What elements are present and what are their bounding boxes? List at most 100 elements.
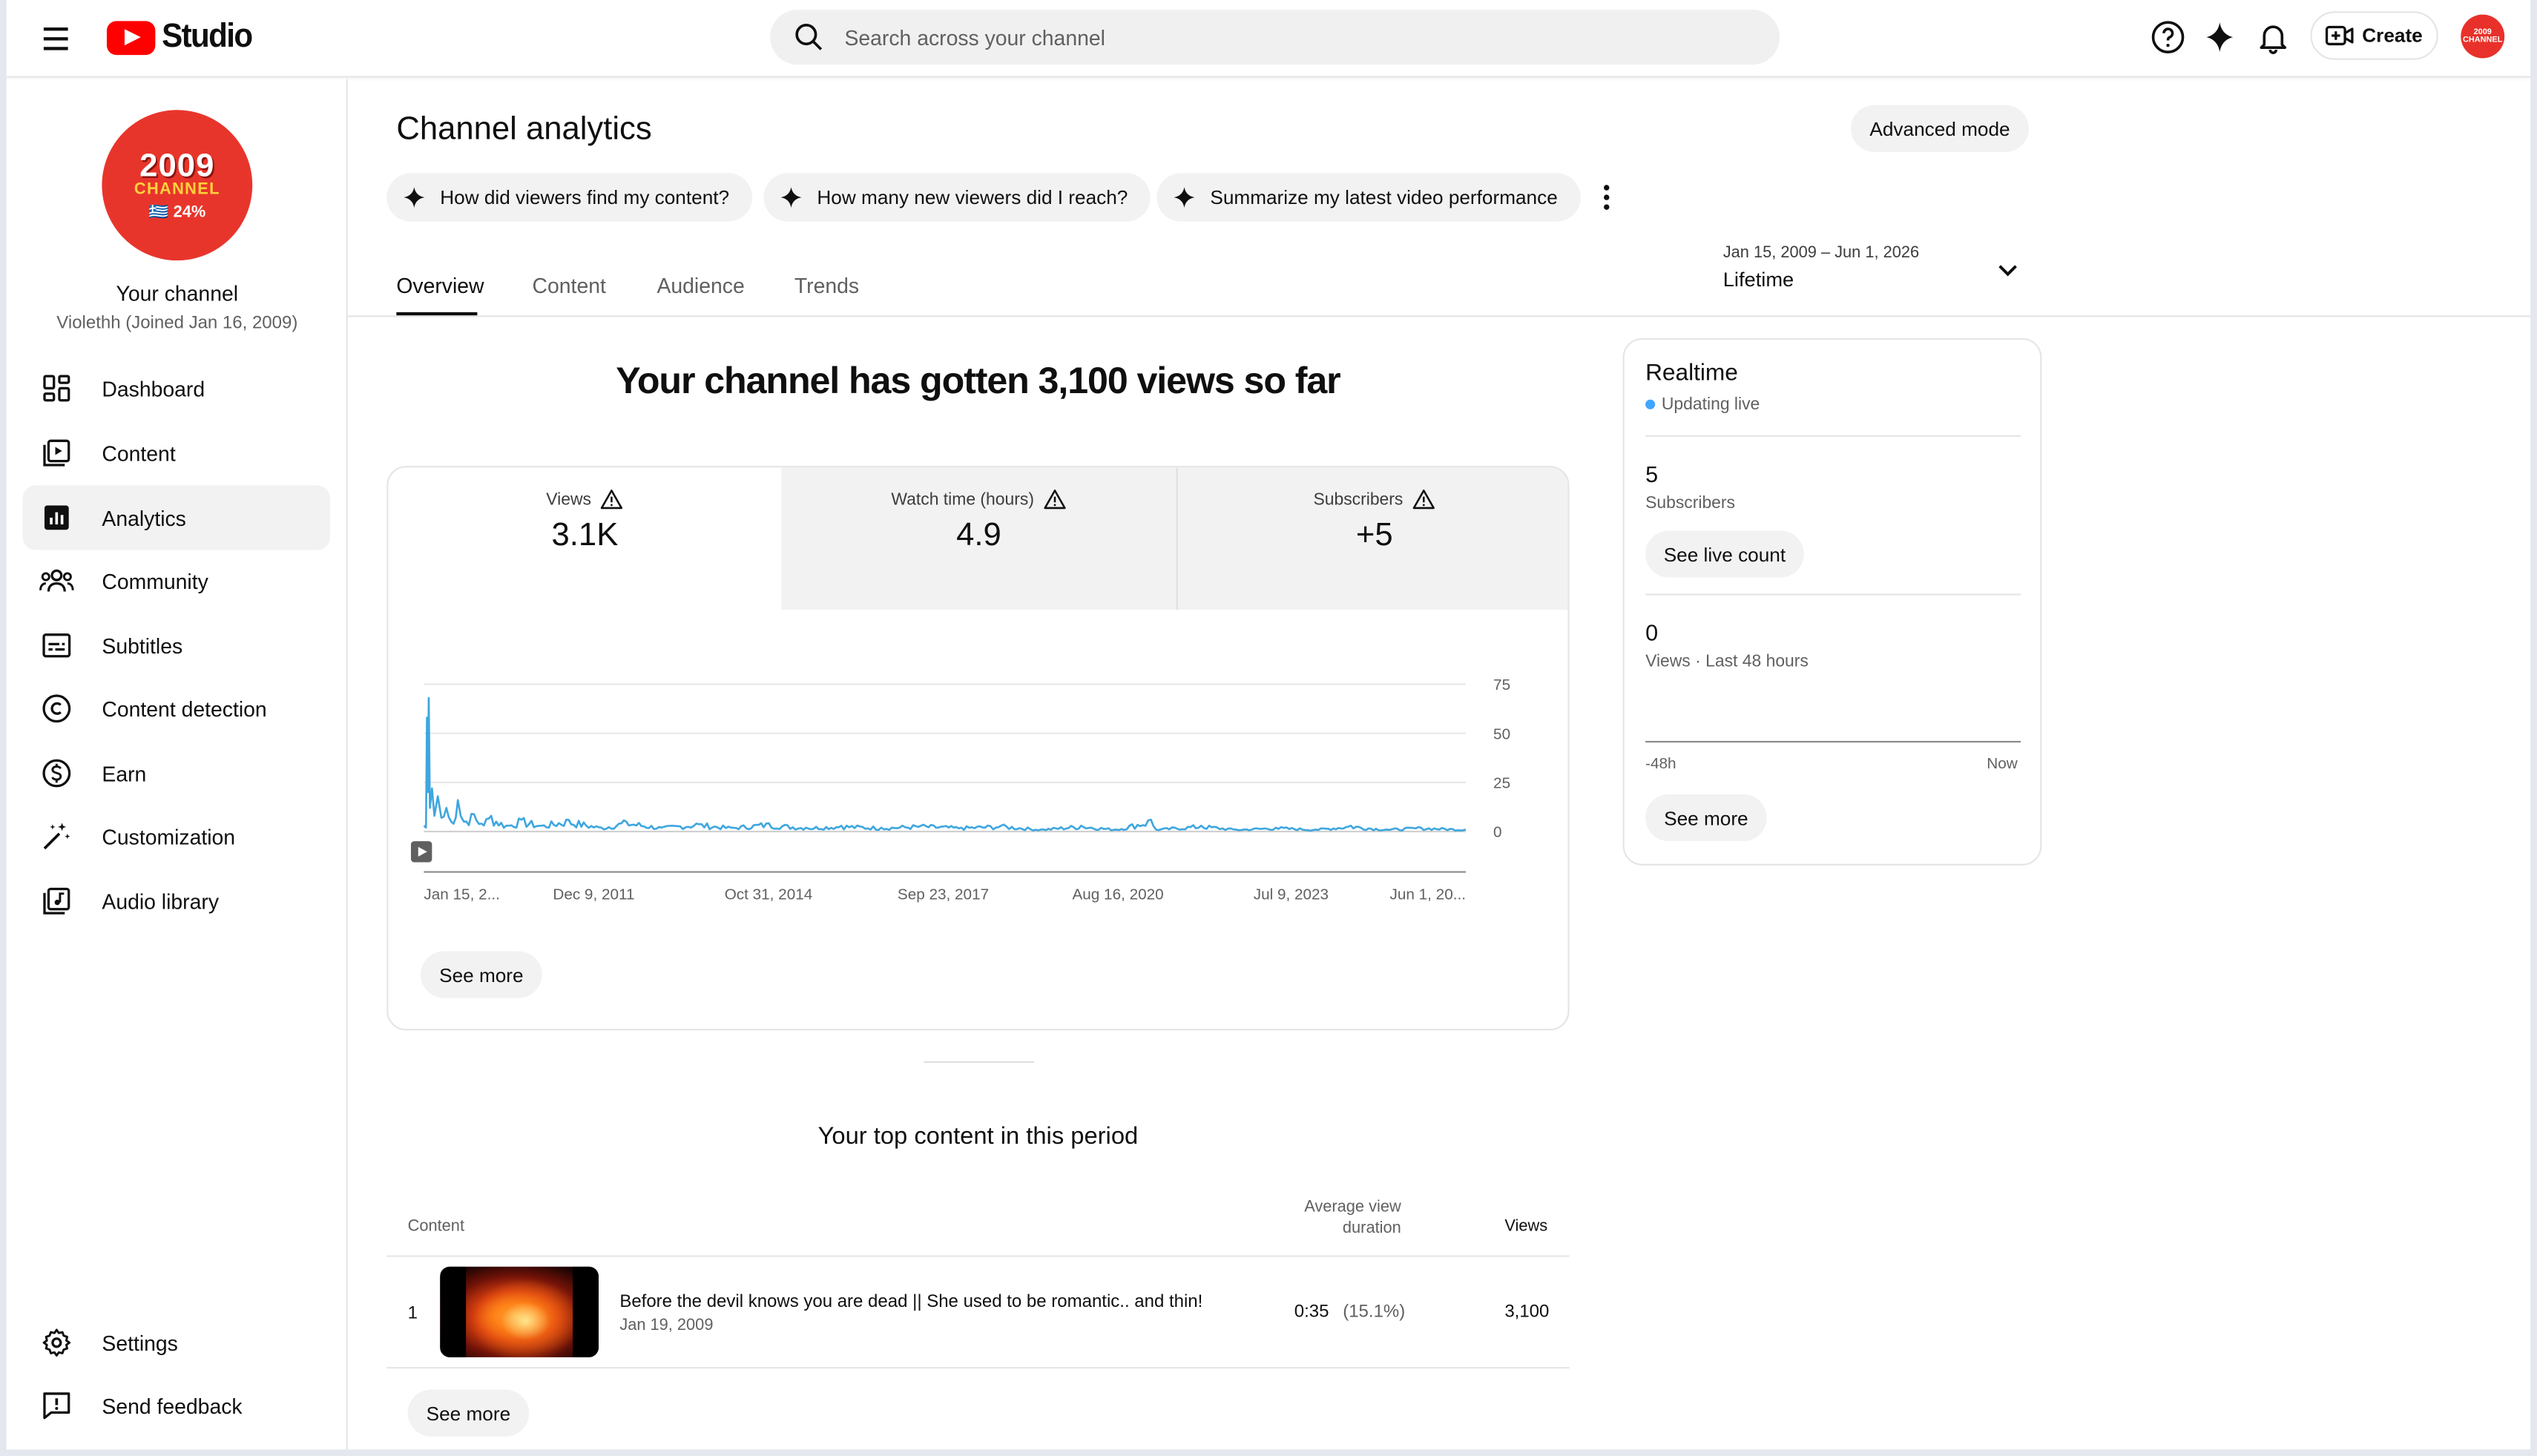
- metric-label-row: Watch time (hours): [781, 489, 1176, 510]
- help-icon[interactable]: [2151, 19, 2186, 55]
- content-icon: [39, 435, 74, 471]
- series-line-views: [423, 696, 1467, 832]
- realtime-card: Realtime Updating live 5 Subscribers See…: [1622, 337, 2042, 866]
- tab-overview[interactable]: Overview: [396, 274, 484, 298]
- create-button[interactable]: Create: [2310, 11, 2438, 60]
- sidebar-item-send-feedback[interactable]: Send feedback: [23, 1374, 330, 1438]
- warning-icon[interactable]: [1412, 489, 1435, 510]
- sidebar-item-label: Content: [102, 441, 176, 466]
- studio-window: Studio Create 2009 CHANNEL 2009 CHANNEL …: [0, 0, 2537, 1456]
- video-date: Jan 19, 2009: [619, 1317, 714, 1335]
- search-input[interactable]: [844, 10, 1751, 65]
- sparkle-icon: [780, 187, 802, 208]
- sidebar-item-community[interactable]: Community: [23, 548, 330, 613]
- sidebar-item-label: Content detection: [102, 696, 267, 721]
- metric-views[interactable]: Views 3.1K: [388, 467, 781, 610]
- date-range-text: Jan 15, 2009 – Jun 1, 2026: [1722, 244, 1920, 263]
- sidebar-item-label: Send feedback: [102, 1393, 243, 1418]
- sidebar: 2009 CHANNEL 🇬🇷 24% Your channel Violeth…: [6, 79, 348, 1450]
- sidebar-item-dashboard[interactable]: Dashboard: [23, 356, 330, 421]
- sparkle-icon: [1174, 187, 1195, 208]
- metric-label: Subscribers: [1313, 489, 1404, 509]
- y-tick-label: 75: [1493, 676, 1510, 694]
- realtime-subs-label: Subscribers: [1645, 493, 1736, 513]
- top-content-title: Your top content in this period: [817, 1122, 1139, 1150]
- realtime-divider: [1645, 435, 2021, 437]
- realtime-status: Updating live: [1645, 395, 1760, 414]
- video-thumbnail[interactable]: [440, 1266, 599, 1357]
- warning-icon[interactable]: [601, 489, 624, 510]
- sparkle-icon[interactable]: [2202, 19, 2237, 55]
- see-live-count-button[interactable]: See live count: [1645, 530, 1804, 578]
- suggestion-chip-summarize[interactable]: Summarize my latest video performance: [1156, 173, 1581, 222]
- realtime-tick-left: -48h: [1645, 755, 1676, 774]
- suggestion-chip-new-viewers[interactable]: How many new viewers did I reach?: [763, 173, 1151, 222]
- sidebar-item-subtitles[interactable]: Subtitles: [23, 613, 330, 678]
- overview-card: Views 3.1K Watch time (hours) 4.9 Subscr…: [386, 466, 1570, 1031]
- y-tick-label: 25: [1493, 775, 1510, 792]
- create-video-icon: [2325, 25, 2354, 46]
- channel-avatar[interactable]: 2009 CHANNEL 🇬🇷 24%: [102, 110, 253, 261]
- see-more-top-content-button[interactable]: See more: [407, 1389, 530, 1437]
- suggestion-chip-viewers-find[interactable]: How did viewers find my content?: [386, 173, 752, 222]
- create-label: Create: [2362, 24, 2423, 47]
- column-header-avg-duration[interactable]: Average view duration: [1262, 1197, 1401, 1239]
- realtime-subs-value: 5: [1645, 461, 1659, 487]
- x-tick-label: Jan 15, 2...: [424, 886, 499, 903]
- main-content: Channel analytics Advanced mode How did …: [347, 79, 2531, 1449]
- tab-audience[interactable]: Audience: [657, 274, 744, 298]
- sidebar-item-earn[interactable]: Earn: [23, 741, 330, 806]
- sidebar-item-label: Analytics: [102, 505, 186, 530]
- sidebar-item-label: Community: [102, 568, 208, 593]
- see-more-button[interactable]: See more: [421, 951, 542, 998]
- sidebar-item-content[interactable]: Content: [23, 421, 330, 485]
- sidebar-item-label: Dashboard: [102, 376, 205, 401]
- account-avatar[interactable]: 2009 CHANNEL: [2461, 14, 2505, 59]
- dashboard-icon: [39, 370, 74, 406]
- more-options-icon[interactable]: [1593, 181, 1619, 214]
- metric-watch-time[interactable]: Watch time (hours) 4.9: [781, 467, 1177, 610]
- realtime-live-label: Updating live: [1661, 395, 1760, 415]
- video-views: 3,100: [1504, 1302, 1550, 1322]
- sidebar-item-customization[interactable]: Customization: [23, 804, 330, 869]
- sidebar-item-label: Audio library: [102, 889, 220, 914]
- sidebar-item-audio-library[interactable]: Audio library: [23, 869, 330, 933]
- sidebar-item-label: Earn: [102, 761, 147, 785]
- realtime-divider: [1645, 593, 2021, 596]
- tab-content[interactable]: Content: [533, 274, 606, 298]
- channel-name[interactable]: Your channel: [7, 281, 348, 306]
- realtime-see-more-button[interactable]: See more: [1645, 794, 1767, 842]
- avg-view-duration: 0:35: [1294, 1302, 1329, 1322]
- top-header: Studio Create 2009 CHANNEL: [6, 0, 2531, 78]
- chip-label: How did viewers find my content?: [440, 185, 730, 209]
- metric-subscribers[interactable]: Subscribers +5: [1176, 467, 1568, 610]
- metric-value: +5: [1355, 517, 1393, 553]
- tabs-divider: [347, 315, 2531, 317]
- menu-icon[interactable]: [39, 19, 77, 58]
- tab-trends[interactable]: Trends: [794, 274, 859, 298]
- sidebar-item-analytics[interactable]: Analytics: [22, 485, 330, 550]
- avg-header-line-1: Average view: [1304, 1199, 1401, 1217]
- sidebar-item-settings[interactable]: Settings: [23, 1311, 330, 1375]
- table-header-divider: [386, 1255, 1570, 1257]
- chip-label: How many new viewers did I reach?: [817, 185, 1128, 209]
- metric-label-row: Subscribers: [1178, 489, 1568, 510]
- advanced-mode-button[interactable]: Advanced mode: [1851, 105, 2029, 153]
- realtime-views-label: Views · Last 48 hours: [1645, 651, 1809, 672]
- channel-subtitle: Violethh (Joined Jan 16, 2009): [56, 314, 298, 334]
- logo-text: Studio: [162, 17, 253, 56]
- dollar-icon: [39, 756, 74, 791]
- search-icon[interactable]: [793, 21, 826, 53]
- views-line-chart[interactable]: 0 25 50 75 Jan 15, 2... Dec 9, 2011 Oct 31, 20…: [388, 610, 1569, 933]
- column-header-views[interactable]: Views: [1504, 1218, 1547, 1236]
- sidebar-item-label: Settings: [102, 1330, 178, 1355]
- chevron-down-icon: [1998, 265, 2017, 277]
- metric-label: Watch time (hours): [891, 489, 1034, 509]
- video-title[interactable]: Before the devil knows you are dead || S…: [619, 1293, 1202, 1312]
- copyright-icon: [39, 691, 74, 726]
- studio-logo[interactable]: Studio: [106, 16, 260, 59]
- sidebar-item-content-detection[interactable]: Content detection: [23, 676, 330, 741]
- notifications-bell-icon[interactable]: [2255, 19, 2291, 55]
- date-range-selector[interactable]: Jan 15, 2009 – Jun 1, 2026 Lifetime: [1723, 241, 2030, 306]
- warning-icon[interactable]: [1044, 489, 1067, 510]
